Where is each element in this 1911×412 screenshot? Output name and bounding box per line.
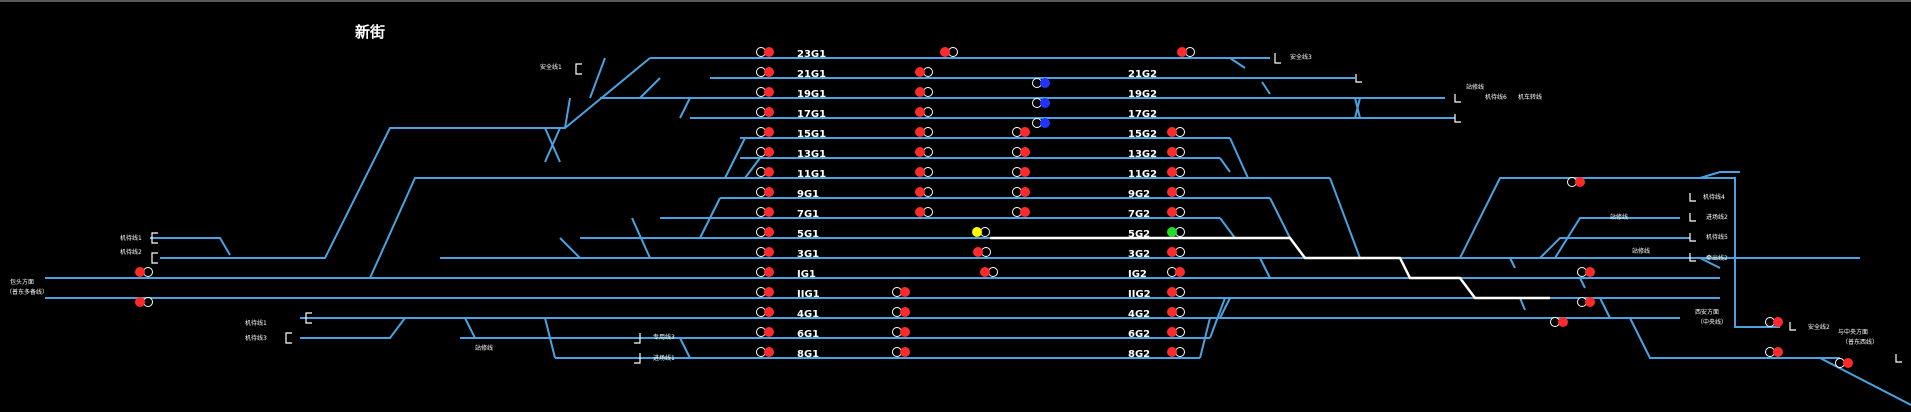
signal-low-3[interactable]: [892, 347, 911, 357]
signal-left-9[interactable]: [756, 227, 775, 237]
signal-left-1[interactable]: [756, 67, 775, 77]
station-diagram-canvas: 新街 23G1 21G1 19G1 17G1 15G1 13G1 11G1 9G…: [0, 0, 1911, 410]
signal-left-8[interactable]: [756, 207, 775, 217]
signal-right-0[interactable]: [1167, 127, 1185, 137]
signal-right-2[interactable]: [1167, 167, 1185, 177]
signal-5G-yellow[interactable]: [972, 227, 990, 237]
signal-mid-4[interactable]: [915, 147, 933, 157]
signal-IG2[interactable]: [1167, 267, 1186, 277]
signal-right-II[interactable]: [1577, 297, 1596, 307]
signal-lead-4[interactable]: [1567, 177, 1586, 187]
signal-mid-7[interactable]: [915, 207, 933, 217]
signal-right-4[interactable]: [1550, 317, 1569, 327]
signal-right-8[interactable]: [1167, 327, 1185, 337]
signal-23-b[interactable]: [1177, 47, 1195, 57]
signal-right-1[interactable]: [1167, 147, 1185, 157]
signal-mid-2[interactable]: [915, 107, 933, 117]
signal-5G-green[interactable]: [1167, 227, 1185, 237]
signal-ningxia[interactable]: [1835, 358, 1854, 368]
signal-right-I[interactable]: [1577, 267, 1596, 277]
signal-left-2[interactable]: [756, 87, 775, 97]
signal-left-5[interactable]: [756, 147, 775, 157]
signal-mid-1[interactable]: [915, 87, 933, 97]
signal-left-3[interactable]: [756, 107, 775, 117]
signal-blue-2[interactable]: [1032, 118, 1051, 128]
signal-exit[interactable]: [1765, 347, 1784, 357]
signal-mid-0[interactable]: [915, 67, 933, 77]
signal-mid-6[interactable]: [915, 187, 933, 197]
signal-entry-I[interactable]: [135, 267, 153, 277]
signal-left-10[interactable]: [756, 247, 775, 257]
signal-23-a[interactable]: [940, 47, 958, 57]
signal-left-14[interactable]: [756, 327, 775, 337]
signal-left-15[interactable]: [756, 347, 775, 357]
signal-right-6[interactable]: [1167, 287, 1185, 297]
signal-mid-5[interactable]: [915, 167, 933, 177]
signal-right-9[interactable]: [1167, 347, 1185, 357]
signal-left-6[interactable]: [756, 167, 775, 177]
signal-mid2-0[interactable]: [1012, 127, 1031, 137]
signal-layer: [135, 47, 1854, 368]
signal-right-3[interactable]: [1167, 187, 1185, 197]
signal-mid2-2[interactable]: [1012, 167, 1031, 177]
signal-left-7[interactable]: [756, 187, 775, 197]
signal-entry-II[interactable]: [135, 297, 153, 307]
signal-low-0[interactable]: [892, 287, 911, 297]
signal-low-2[interactable]: [892, 327, 911, 337]
signal-left-0[interactable]: [756, 47, 775, 57]
signal-blue-0[interactable]: [1032, 78, 1051, 88]
signal-mid2-4[interactable]: [1012, 207, 1031, 217]
signal-blue-1[interactable]: [1032, 98, 1051, 108]
signal-mid2-3[interactable]: [1012, 187, 1031, 197]
signal-right-7[interactable]: [1167, 307, 1185, 317]
signal-safety-2[interactable]: [1765, 317, 1784, 327]
signal-left-12[interactable]: [756, 287, 775, 297]
signal-left-4[interactable]: [756, 127, 775, 137]
signal-IG[interactable]: [980, 267, 998, 277]
signal-low-1[interactable]: [892, 307, 911, 317]
signal-right-5[interactable]: [1167, 247, 1185, 257]
signal-mid2-1[interactable]: [1012, 147, 1031, 157]
signal-left-13[interactable]: [756, 307, 775, 317]
signal-mid-3[interactable]: [915, 127, 933, 137]
signal-3G[interactable]: [973, 247, 991, 257]
signal-right-4[interactable]: [1167, 207, 1185, 217]
signal-left-11[interactable]: [756, 267, 775, 277]
